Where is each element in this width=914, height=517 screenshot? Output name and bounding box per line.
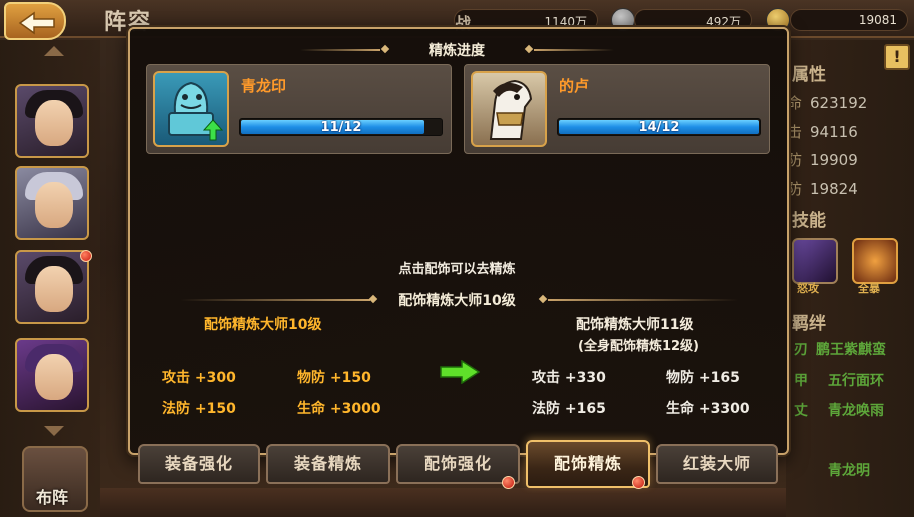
tab-red-gear-master[interactable]: 红装大师: [656, 444, 778, 484]
fate-item: 青龙明: [828, 463, 870, 479]
attr-value: 19909: [810, 151, 858, 169]
attr-label: 法防: [162, 401, 190, 417]
fate-item: 鹏王紫麒蛮: [816, 342, 886, 358]
attr-label: 攻击: [162, 370, 190, 386]
current-hp: 生命 +3000: [297, 398, 381, 418]
refine-progress-bar: 11/12: [239, 118, 443, 136]
attr-row: 击 94116: [787, 121, 858, 142]
attr-value: 623192: [810, 94, 868, 112]
attr-value: +300: [194, 370, 236, 386]
accessory-card-1[interactable]: 青龙印 11/12: [146, 64, 452, 154]
refine-progress-text: 11/12: [320, 120, 362, 135]
current-attack: 攻击 +300: [162, 367, 236, 387]
attr-value: 94116: [810, 123, 858, 141]
upgrade-arrow-icon: [440, 360, 480, 384]
next-pdef: 物防 +165: [666, 367, 740, 387]
attr-label: 法防: [532, 401, 560, 417]
qinglong-seal-icon: [153, 71, 229, 147]
attr-row: 命 623192: [787, 92, 867, 113]
fate-item: 青龙唤雨: [828, 403, 884, 419]
tab-badge-dot: [502, 476, 515, 489]
attr-title: 属性: [792, 65, 826, 85]
hero-face: [35, 100, 73, 146]
tab-badge-dot: [632, 476, 645, 489]
tab-equip-enhance[interactable]: 装备强化: [138, 444, 260, 484]
attr-row: 防 19824: [787, 178, 858, 199]
next-level-title: 配饰精炼大师11级: [576, 317, 694, 333]
hero-slot-1[interactable]: [15, 84, 89, 158]
attr-label: 物防: [666, 370, 694, 386]
attr-label: 攻击: [532, 370, 560, 386]
attr-value: +150: [329, 370, 371, 386]
hero-face: [35, 182, 73, 228]
fate-item: 五行面环: [828, 373, 884, 389]
gold-stat: 19081: [790, 9, 908, 31]
hero-slot-2[interactable]: [15, 166, 89, 240]
attr-value: +150: [194, 401, 236, 417]
refine-progress-bar: 14/12: [557, 118, 761, 136]
fate-title: 羁绊: [792, 314, 826, 334]
current-pdef: 物防 +150: [297, 367, 371, 387]
attr-value: 19824: [810, 180, 858, 198]
next-attack: 攻击 +330: [532, 367, 606, 387]
attr-key: 防: [787, 151, 803, 169]
refine-progress-text: 14/12: [638, 120, 680, 135]
hero-face: [35, 354, 73, 400]
accessory-card-2[interactable]: 的卢 14/12: [464, 64, 770, 154]
accessory-name: 的卢: [559, 77, 590, 95]
current-mdef: 法防 +150: [162, 398, 236, 418]
attr-value: +3000: [329, 401, 381, 417]
attr-value: +165: [564, 401, 606, 417]
next-mdef: 法防 +165: [532, 398, 606, 418]
current-level-title: 配饰精炼大师10级: [204, 317, 322, 333]
gold-stat-value: 19081: [858, 13, 897, 27]
fate-item: 刃: [794, 342, 808, 358]
next-hp: 生命 +3300: [666, 398, 750, 418]
refine-hint: 点击配饰可以去精炼: [398, 262, 516, 277]
skill-title: 技能: [792, 211, 826, 231]
scroll-down-icon[interactable]: [42, 424, 66, 438]
bottom-strip: [100, 488, 786, 517]
attr-value: +165: [698, 370, 740, 386]
back-button[interactable]: [4, 2, 66, 40]
attr-label: 生命: [297, 401, 325, 417]
next-level-subtitle: (全身配饰精炼12级): [578, 339, 699, 354]
formation-label: 布阵: [36, 488, 69, 507]
attr-label: 生命: [666, 401, 694, 417]
upgrade-arrow-icon: [203, 119, 223, 141]
tab-accessory-enhance[interactable]: 配饰强化: [396, 444, 520, 484]
dialog-title: 精炼进度: [429, 43, 485, 59]
hero-slot-4[interactable]: [15, 338, 89, 412]
tab-equip-refine[interactable]: 装备精炼: [266, 444, 390, 484]
master-section-title: 配饰精炼大师10级: [398, 293, 516, 309]
attr-key: 防: [787, 180, 803, 198]
accessory-name: 青龙印: [241, 77, 287, 95]
fate-item: 丈: [794, 403, 808, 419]
attr-key: 击: [787, 123, 803, 141]
attr-key: 命: [787, 94, 803, 112]
attr-label: 物防: [297, 370, 325, 386]
dilu-horse-icon: [471, 71, 547, 147]
attr-row: 防 19909: [787, 149, 858, 170]
attr-value: +3300: [698, 401, 750, 417]
fate-item: 甲: [794, 373, 808, 389]
back-arrow-icon: [18, 11, 55, 35]
attr-value: +330: [564, 370, 606, 386]
